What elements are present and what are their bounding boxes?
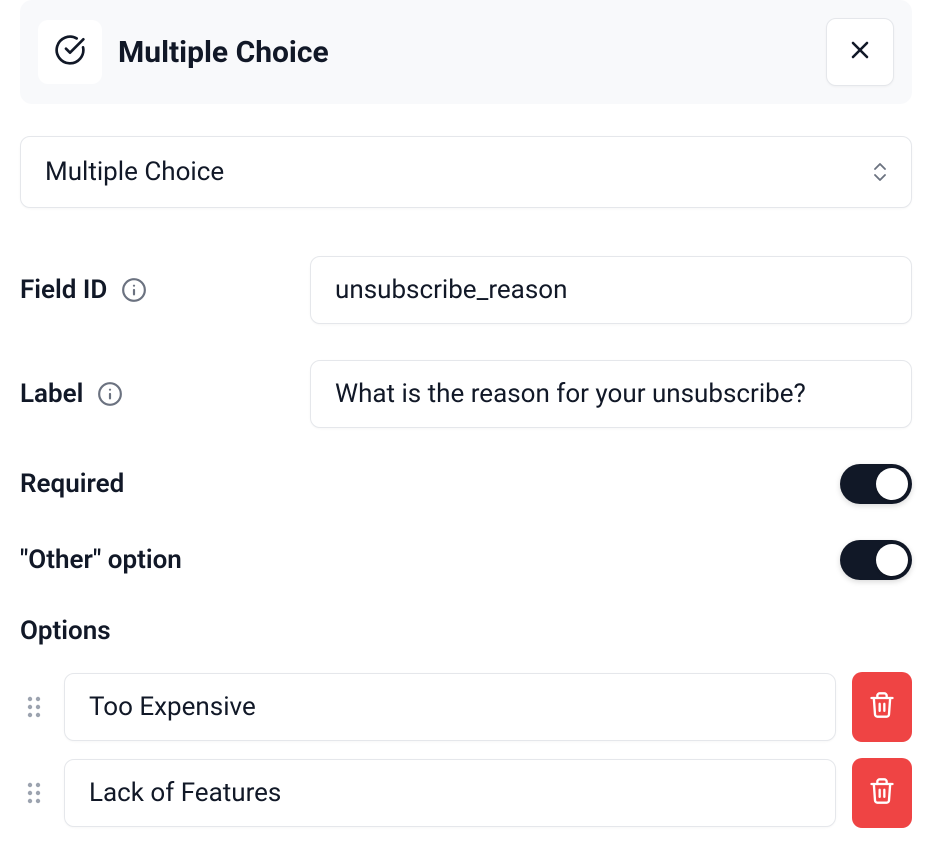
field-id-input[interactable] (310, 256, 912, 324)
other-option-label: "Other" option (20, 545, 182, 575)
trash-icon (868, 777, 896, 809)
drag-handle-icon[interactable] (20, 695, 48, 719)
info-icon[interactable] (121, 277, 147, 303)
info-icon[interactable] (97, 381, 123, 407)
header-title: Multiple Choice (118, 35, 810, 70)
delete-option-button[interactable] (852, 758, 912, 828)
field-id-row: Field ID (20, 256, 912, 324)
toggle-knob (876, 544, 908, 576)
header-card: Multiple Choice (20, 0, 912, 104)
option-input[interactable] (64, 759, 836, 827)
field-id-label-text: Field ID (20, 275, 107, 305)
delete-option-button[interactable] (852, 672, 912, 742)
label-input[interactable] (310, 360, 912, 428)
required-toggle[interactable] (840, 464, 912, 504)
field-type-icon-box (38, 20, 102, 84)
field-type-select-value: Multiple Choice (45, 157, 224, 187)
label-label: Label (20, 379, 310, 409)
label-row: Label (20, 360, 912, 428)
label-label-text: Label (20, 379, 83, 409)
field-type-select[interactable]: Multiple Choice (20, 136, 912, 208)
other-option-toggle[interactable] (840, 540, 912, 580)
option-row (20, 672, 912, 742)
chevron-up-down-icon (873, 163, 887, 181)
field-id-label: Field ID (20, 275, 310, 305)
close-icon (846, 36, 874, 68)
trash-icon (868, 691, 896, 723)
other-option-row: "Other" option (20, 540, 912, 580)
drag-handle-icon[interactable] (20, 781, 48, 805)
options-heading: Options (20, 616, 912, 646)
option-input[interactable] (64, 673, 836, 741)
toggle-knob (876, 468, 908, 500)
required-row: Required (20, 464, 912, 504)
required-label: Required (20, 469, 124, 499)
close-button[interactable] (826, 18, 894, 86)
check-circle-icon (54, 34, 86, 70)
option-row (20, 758, 912, 828)
